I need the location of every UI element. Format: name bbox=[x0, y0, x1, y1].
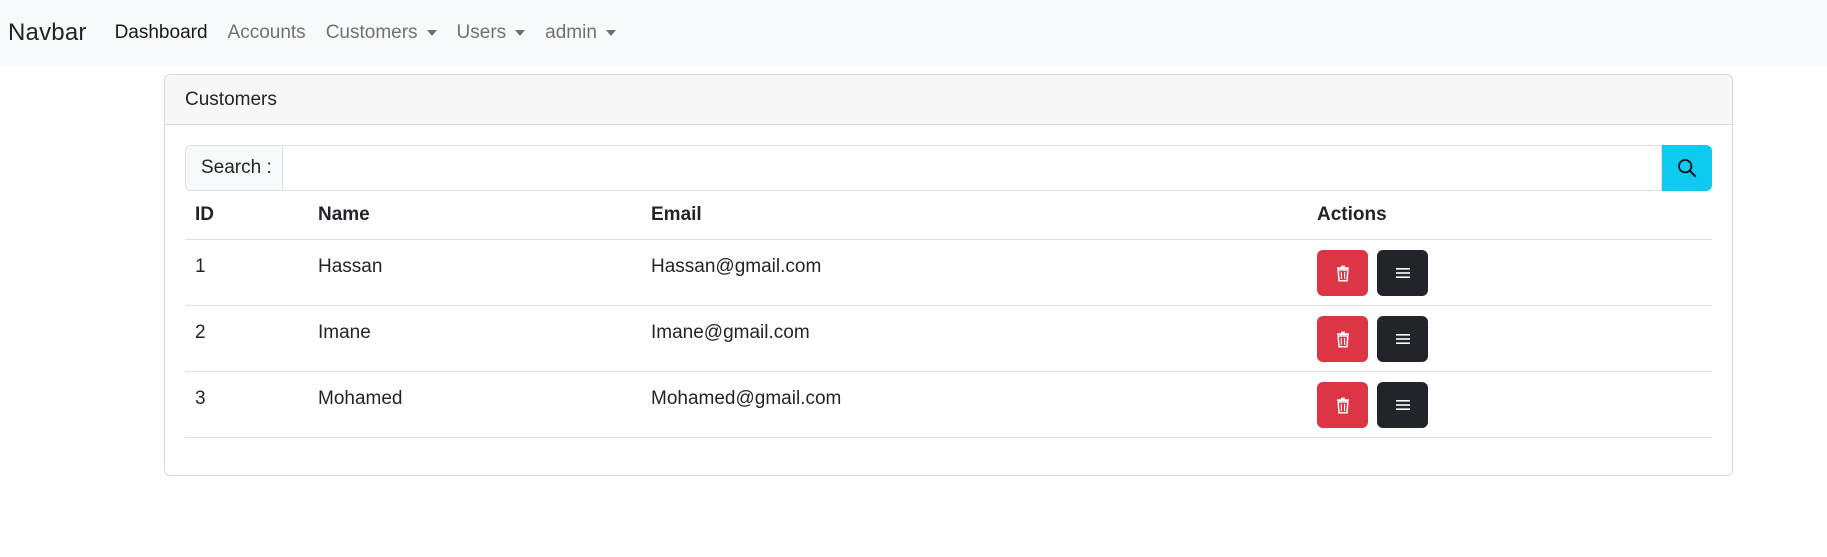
nav-dropdown-customers[interactable]: Customers bbox=[326, 22, 437, 44]
nav-dropdown-admin[interactable]: admin bbox=[545, 22, 616, 44]
search-button[interactable] bbox=[1662, 145, 1712, 191]
cell-id: 3 bbox=[195, 388, 206, 409]
column-header-actions: Actions bbox=[1317, 204, 1387, 225]
table-row: 3 Mohamed Mohamed@gmail.com bbox=[185, 372, 1712, 438]
customers-card: Customers Search : ID Name Email Actions… bbox=[164, 74, 1733, 476]
nav-item-label: Users bbox=[456, 21, 507, 43]
table-row: 2 Imane Imane@gmail.com bbox=[185, 306, 1712, 372]
cell-actions bbox=[1307, 306, 1712, 371]
column-header-email: Email bbox=[651, 204, 702, 225]
search-input[interactable] bbox=[282, 145, 1662, 191]
nav-item-label: Accounts bbox=[227, 21, 306, 43]
nav-item-label: Dashboard bbox=[114, 21, 208, 43]
cell-name: Mohamed bbox=[318, 388, 403, 409]
details-button[interactable] bbox=[1377, 382, 1428, 428]
cell-name: Imane bbox=[318, 322, 371, 343]
column-header-name: Name bbox=[318, 204, 370, 225]
cell-email: Imane@gmail.com bbox=[651, 322, 810, 343]
cell-actions bbox=[1307, 240, 1712, 305]
caret-down-icon bbox=[515, 29, 526, 36]
trash-icon bbox=[1336, 397, 1349, 414]
cell-id: 1 bbox=[195, 256, 206, 277]
cell-name: Hassan bbox=[318, 256, 383, 277]
nav-item-accounts[interactable]: Accounts bbox=[228, 22, 306, 44]
search-label: Search : bbox=[185, 145, 282, 191]
cell-actions bbox=[1307, 372, 1712, 437]
caret-down-icon bbox=[426, 29, 437, 36]
delete-button[interactable] bbox=[1317, 382, 1368, 428]
nav-item-label: Customers bbox=[325, 21, 418, 43]
nav-item-dashboard[interactable]: Dashboard bbox=[115, 22, 208, 44]
card-header: Customers bbox=[165, 75, 1732, 125]
details-button[interactable] bbox=[1377, 316, 1428, 362]
menu-icon bbox=[1395, 268, 1410, 278]
nav-item-label: admin bbox=[545, 21, 597, 43]
navbar-brand[interactable]: Navbar bbox=[8, 19, 87, 47]
search-icon bbox=[1678, 159, 1697, 178]
customers-table: ID Name Email Actions 1 Hassan Hassan@gm… bbox=[185, 191, 1712, 438]
cell-email: Mohamed@gmail.com bbox=[651, 388, 842, 409]
delete-button[interactable] bbox=[1317, 316, 1368, 362]
search-group: Search : bbox=[185, 145, 1712, 191]
menu-icon bbox=[1395, 334, 1410, 344]
menu-icon bbox=[1395, 400, 1410, 410]
card-title: Customers bbox=[185, 88, 277, 110]
table-header-row: ID Name Email Actions bbox=[185, 191, 1712, 240]
table-row: 1 Hassan Hassan@gmail.com bbox=[185, 240, 1712, 306]
cell-email: Hassan@gmail.com bbox=[651, 256, 822, 277]
delete-button[interactable] bbox=[1317, 250, 1368, 296]
details-button[interactable] bbox=[1377, 250, 1428, 296]
column-header-id: ID bbox=[195, 204, 214, 225]
navbar: Navbar Dashboard Accounts Customers User… bbox=[0, 0, 1827, 65]
trash-icon bbox=[1336, 265, 1349, 282]
cell-id: 2 bbox=[195, 322, 206, 343]
nav-dropdown-users[interactable]: Users bbox=[457, 22, 526, 44]
trash-icon bbox=[1336, 331, 1349, 348]
caret-down-icon bbox=[605, 29, 616, 36]
